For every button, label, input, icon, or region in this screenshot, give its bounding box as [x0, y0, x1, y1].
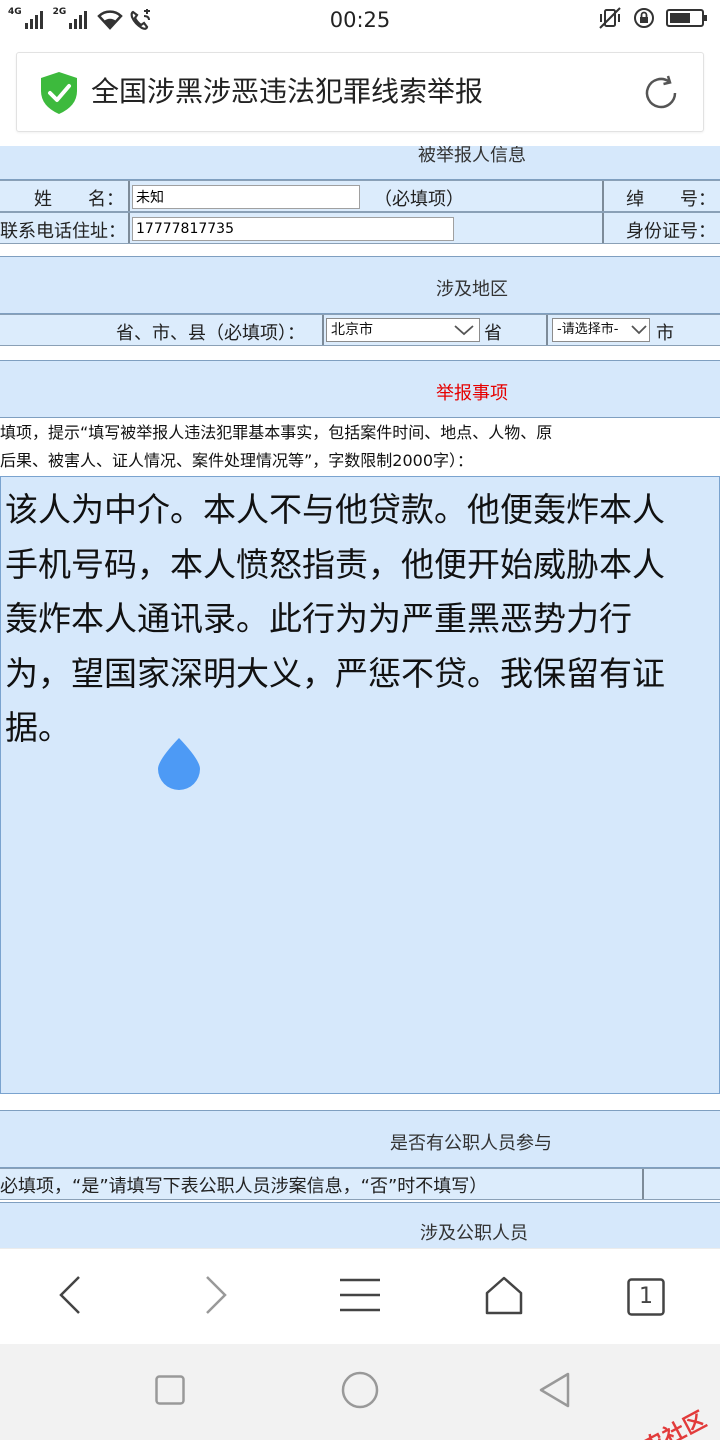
system-nav-bar: 卡农社区: [0, 1344, 720, 1440]
province-value: 北京市: [331, 322, 373, 338]
reload-icon[interactable]: [641, 73, 681, 117]
back-nav-button[interactable]: [534, 1372, 574, 1412]
menu-button[interactable]: [330, 1273, 390, 1321]
section-heading-officials: 涉及公职人员: [420, 1223, 528, 1244]
divider: [642, 1169, 644, 1199]
row-official-hint: 必填项，“是”请填写下表公职人员涉案信息，“否”时不填写）: [0, 1168, 720, 1200]
section-matter: 举报事项: [0, 360, 720, 418]
home-nav-button[interactable]: [340, 1371, 380, 1413]
region-label: 省、市、县（必填项）：: [116, 323, 305, 344]
chevron-down-icon: [453, 322, 475, 345]
section-official-involvement: 是否有公职人员参与: [0, 1110, 720, 1168]
tab-count: 1: [639, 1284, 653, 1309]
matter-hint-line-1: 填项，提示“填写被举报人违法犯罪基本事实，包括案件时间、地点、人物、原: [0, 423, 553, 442]
divider: [128, 181, 130, 211]
home-icon: [484, 1275, 524, 1319]
web-content: 被举报人信息 姓 名： （必填项） 绰 号： 联系电话住址： 身份证号： 涉及地…: [0, 146, 720, 1248]
shield-check-icon: [39, 71, 79, 119]
nickname-label: 绰 号：: [626, 189, 716, 210]
city-value: -请选择市-: [557, 322, 619, 337]
text-cursor-handle-icon[interactable]: [156, 738, 202, 796]
phone-input[interactable]: [132, 217, 454, 241]
section-region: 涉及地区: [0, 256, 720, 314]
city-suffix: 市: [656, 323, 674, 344]
row-name: 姓 名： （必填项） 绰 号：: [0, 180, 720, 212]
back-icon: [55, 1275, 85, 1319]
recents-button[interactable]: [150, 1372, 190, 1412]
status-bar: 4G 2G 00:25: [0, 0, 720, 40]
back-button[interactable]: [40, 1273, 100, 1321]
watermark: 卡农社区: [618, 1407, 712, 1440]
section-heading-official-involvement: 是否有公职人员参与: [390, 1133, 552, 1154]
menu-icon: [339, 1277, 381, 1317]
section-reported-person: 被举报人信息: [0, 146, 720, 180]
divider: [602, 181, 604, 211]
vibrate-icon: [598, 6, 622, 34]
province-select[interactable]: 北京市: [326, 318, 480, 342]
matter-textarea[interactable]: 该人为中介。本人不与他贷款。他便轰炸本人手机号码，本人愤怒指责，他便开始威胁本人…: [0, 476, 720, 1094]
back-triangle-icon: [538, 1372, 570, 1412]
required-note: （必填项）: [374, 189, 464, 210]
section-heading-matter: 举报事项: [436, 383, 508, 404]
home-circle-icon: [341, 1371, 379, 1413]
rotation-lock-icon: [632, 6, 656, 34]
section-officials: 涉及公职人员: [0, 1202, 720, 1248]
address-bar[interactable]: 全国涉黑涉恶违法犯罪线索举报: [16, 52, 704, 132]
phone-label: 联系电话住址：: [0, 221, 126, 242]
tabs-icon: 1: [627, 1278, 665, 1316]
status-right: [598, 6, 708, 34]
id-label: 身份证号：: [626, 221, 716, 242]
city-select[interactable]: -请选择市-: [552, 318, 650, 342]
official-hint: 必填项，“是”请填写下表公职人员涉案信息，“否”时不填写）: [0, 1176, 488, 1197]
row-region: 省、市、县（必填项）： 北京市 省 -请选择市- 市: [0, 314, 720, 346]
forward-button[interactable]: [186, 1273, 246, 1321]
divider: [322, 315, 324, 345]
row-phone: 联系电话住址： 身份证号：: [0, 212, 720, 244]
section-heading-reported-person: 被举报人信息: [418, 146, 526, 166]
name-label: 姓 名：: [34, 189, 124, 210]
name-input[interactable]: [132, 185, 360, 209]
chevron-down-icon: [630, 322, 648, 346]
divider: [546, 315, 548, 345]
forward-icon: [201, 1275, 231, 1319]
recents-icon: [155, 1375, 185, 1409]
matter-content: 该人为中介。本人不与他贷款。他便轰炸本人手机号码，本人愤怒指责，他便开始威胁本人…: [5, 490, 665, 747]
home-button[interactable]: [474, 1273, 534, 1321]
tabs-button[interactable]: 1: [616, 1273, 676, 1321]
matter-hint-line-2: 后果、被害人、证人情况、案件处理情况等”，字数限制2000字）：: [0, 451, 474, 470]
section-heading-region: 涉及地区: [436, 279, 508, 300]
battery-icon: [666, 8, 708, 32]
divider: [128, 213, 130, 243]
divider: [602, 213, 604, 243]
page-title: 全国涉黑涉恶违法犯罪线索举报: [91, 75, 484, 108]
province-suffix: 省: [484, 323, 502, 344]
browser-toolbar: 1: [0, 1248, 720, 1344]
